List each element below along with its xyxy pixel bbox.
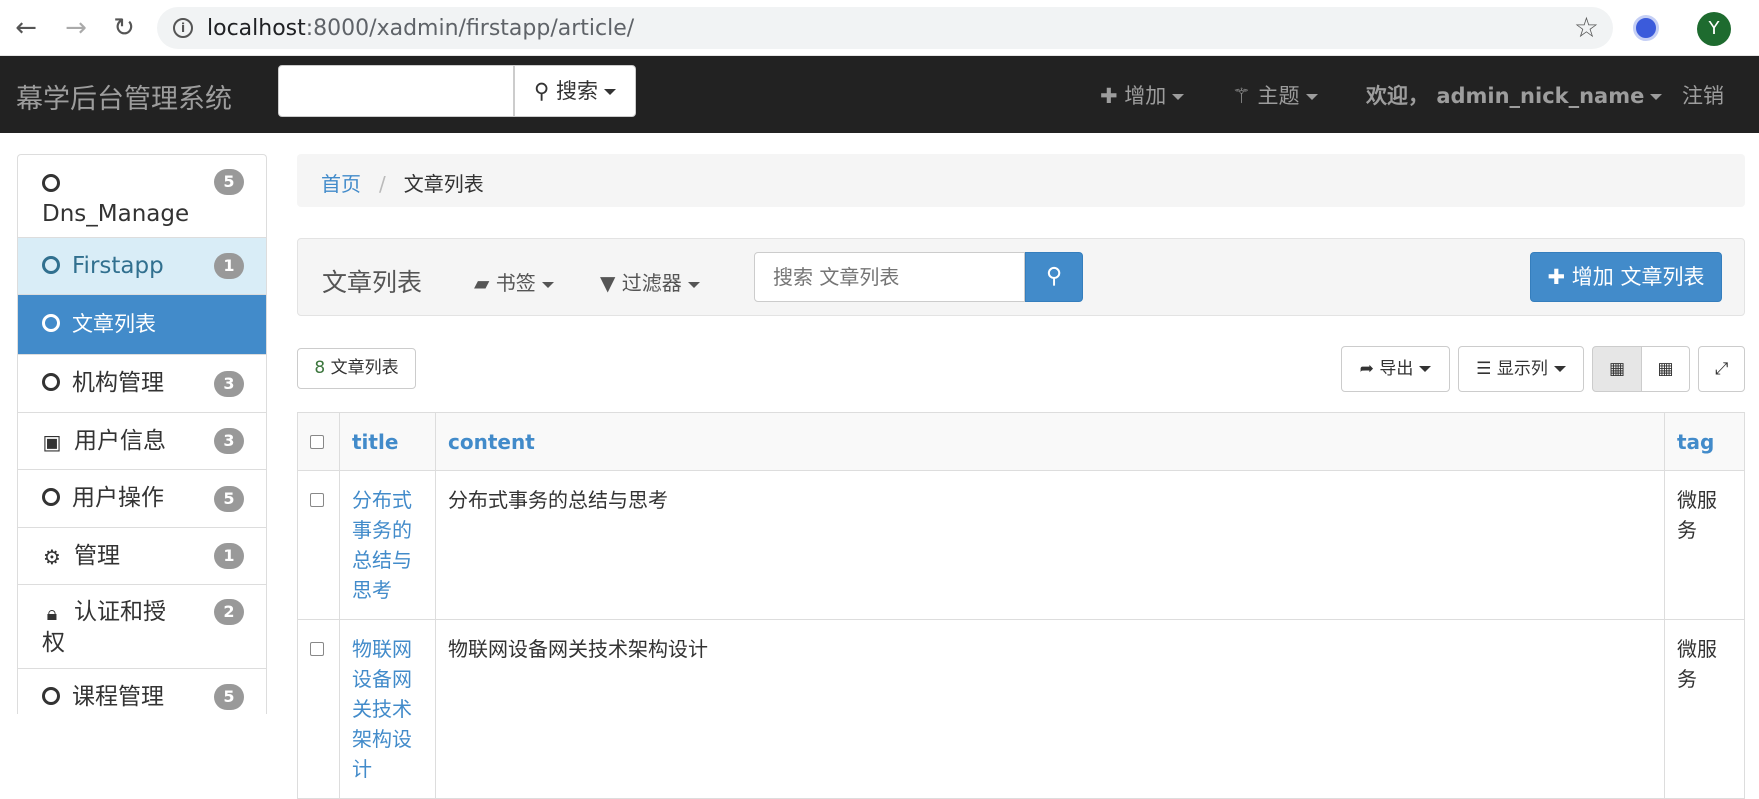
info-icon[interactable]: i: [173, 18, 193, 38]
add-menu[interactable]: ✚ 增加: [1100, 80, 1185, 110]
theme-menu[interactable]: ⚚ 主题: [1232, 80, 1318, 110]
circle-icon: [42, 686, 60, 705]
table-row: 物联网设备网关技术架构设计 物联网设备网关技术架构设计 微服务: [297, 619, 1745, 799]
expand-icon: ⤢: [1714, 359, 1729, 379]
breadcrumb-home[interactable]: 首页: [321, 172, 361, 196]
circle-icon: [42, 173, 60, 192]
row-content: 物联网设备网关技术架构设计: [435, 619, 1665, 799]
count-badge: 5: [214, 486, 244, 512]
search-icon: ⚲: [1045, 264, 1063, 289]
plus-icon: ✚: [1547, 265, 1566, 289]
user-menu[interactable]: 欢迎， admin_nick_name: [1366, 80, 1663, 110]
column-header-tag[interactable]: tag: [1664, 412, 1745, 471]
count-badge: 3: [214, 371, 244, 397]
row-title-link[interactable]: 分布式事务的总结与思考: [339, 470, 436, 620]
browser-toolbar: ← → ↻ i localhost:8000/xadmin/firstapp/a…: [0, 0, 1759, 56]
forward-arrow-icon[interactable]: →: [60, 12, 92, 44]
table-header-row: title content tag: [297, 412, 1745, 471]
column-header-content[interactable]: content: [435, 412, 1665, 471]
back-arrow-icon[interactable]: ←: [10, 12, 42, 44]
columns-dropdown[interactable]: ☰ 显示列: [1458, 346, 1584, 392]
fullscreen-button[interactable]: ⤢: [1698, 346, 1745, 392]
sidebar-item-org-manage[interactable]: 机构管理 3: [18, 355, 266, 413]
brand-title[interactable]: 幕学后台管理系统: [16, 77, 232, 116]
sidebar: Dns_Manage 5 Firstapp 1 文章列表 机构管理 3 ▣ 用户信…: [17, 154, 267, 714]
sidebar-item-user-ops[interactable]: 用户操作 5: [18, 470, 266, 528]
global-search-input[interactable]: [278, 65, 514, 117]
breadcrumb: 首页 / 文章列表: [297, 154, 1745, 207]
count-badge: 5: [214, 684, 244, 710]
article-table: title content tag 分布式事务的总结与思考 分布式事务的总结与思…: [297, 412, 1745, 799]
row-content: 分布式事务的总结与思考: [435, 470, 1665, 620]
list-search-input[interactable]: [754, 252, 1025, 302]
contact-card-icon: ▣: [42, 429, 62, 454]
sidebar-item-auth[interactable]: 🔒︎ 认证和授权 2: [18, 585, 266, 669]
sidebar-item-article-list[interactable]: 文章列表: [18, 295, 266, 355]
circle-icon: [42, 372, 60, 391]
circle-icon: [42, 487, 60, 506]
count-badge: 3: [214, 428, 244, 454]
sidebar-item-course-manage[interactable]: 课程管理 5: [18, 669, 266, 714]
count-badge: 5: [214, 169, 244, 195]
row-tag: 微服务: [1664, 619, 1745, 799]
circle-icon: [42, 314, 60, 332]
select-all-checkbox[interactable]: [310, 434, 324, 449]
filters-dropdown[interactable]: ▼ 过滤器: [600, 267, 700, 296]
grid-large-icon: ▦: [1608, 359, 1626, 379]
row-checkbox[interactable]: [310, 642, 324, 656]
count-badge: 2: [214, 599, 244, 625]
filter-icon: ▼: [600, 271, 616, 295]
bookmarks-dropdown[interactable]: ▰ 书签: [474, 267, 554, 296]
share-arrow-icon: ➦: [1359, 359, 1374, 379]
gear-icon: ⚙: [43, 544, 61, 569]
sidebar-item-user-info[interactable]: ▣ 用户信息 3: [18, 413, 266, 470]
search-icon: ⚲: [533, 79, 550, 103]
grid-view-large-button[interactable]: ▦: [1592, 346, 1642, 392]
breadcrumb-current: 文章列表: [403, 172, 484, 196]
count-badge: 1: [214, 253, 244, 279]
sidebar-item-admin[interactable]: ⚙ 管理 1: [18, 528, 266, 585]
grid-small-icon: ▦: [1657, 359, 1674, 379]
bookmark-star-icon[interactable]: ☆: [1574, 11, 1599, 44]
circle-icon: [42, 255, 60, 274]
row-title-link[interactable]: 物联网设备网关技术架构设计: [339, 619, 436, 799]
address-bar[interactable]: i localhost:8000/xadmin/firstapp/article…: [157, 7, 1613, 49]
table-row: 分布式事务的总结与思考 分布式事务的总结与思考 微服务: [297, 470, 1745, 620]
magic-wand-icon: ⚚: [1232, 84, 1251, 108]
top-navbar: 幕学后台管理系统 ⚲ 搜索 ✚ 增加 ⚚ 主题 欢迎， admin_nick_n…: [0, 56, 1759, 133]
book-icon: ▰: [474, 271, 490, 295]
export-dropdown[interactable]: ➦ 导出: [1341, 346, 1450, 392]
result-count: 8 文章列表: [297, 348, 416, 389]
row-tag: 微服务: [1664, 470, 1745, 620]
reload-icon[interactable]: ↻: [108, 12, 140, 44]
page-title: 文章列表: [322, 268, 423, 297]
list-search-button[interactable]: ⚲: [1025, 252, 1083, 302]
add-article-button[interactable]: ✚ 增加 文章列表: [1530, 252, 1722, 302]
row-checkbox[interactable]: [310, 493, 324, 507]
sidebar-item-firstapp[interactable]: Firstapp 1: [18, 238, 266, 295]
lock-icon: 🔒︎: [46, 600, 58, 625]
sidebar-item-dns-manage[interactable]: Dns_Manage 5: [18, 155, 266, 238]
logout-link[interactable]: 注销: [1682, 80, 1724, 110]
url-text[interactable]: localhost:8000/xadmin/firstapp/article/: [207, 16, 634, 41]
global-search-button[interactable]: ⚲ 搜索: [514, 65, 636, 117]
list-icon: ☰: [1476, 359, 1492, 379]
list-panel-header: 文章列表 ▰ 书签 ▼ 过滤器 ⚲ ✚ 增加 文章列表: [297, 238, 1745, 316]
profile-avatar[interactable]: Y: [1697, 12, 1731, 46]
column-header-title[interactable]: title: [339, 412, 436, 471]
grid-view-small-button[interactable]: ▦: [1641, 346, 1690, 392]
count-badge: 1: [214, 543, 244, 569]
plus-icon: ✚: [1100, 84, 1118, 108]
extension-icon[interactable]: [1633, 15, 1659, 41]
